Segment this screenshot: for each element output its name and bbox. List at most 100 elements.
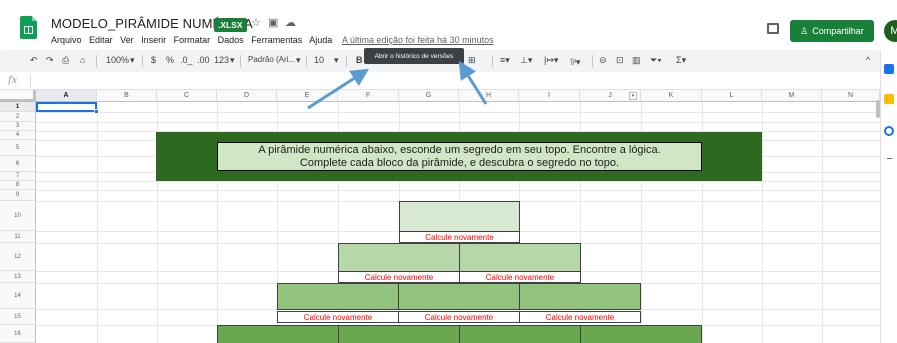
menu-bar: Arquivo Editar Ver Inserir Formatar Dado…	[51, 35, 337, 45]
collapse-toolbar-icon[interactable]: ^	[866, 55, 870, 65]
fx-icon: fx	[8, 75, 18, 86]
insert-comment-icon[interactable]: ⊡	[616, 55, 624, 66]
pyramid-row4-cell-4[interactable]	[580, 325, 702, 343]
merge-cells-icon[interactable]: ⊞	[468, 55, 476, 66]
avatar[interactable]: M	[884, 20, 897, 42]
row-header-4[interactable]: 4	[0, 131, 36, 140]
menu-edit[interactable]: Editar	[89, 35, 113, 45]
row-header-16[interactable]: 16	[0, 325, 36, 343]
pyramid-row2-message-2: Calcule novamente	[459, 271, 581, 283]
undo-icon[interactable]: ↶	[30, 55, 38, 66]
font-select[interactable]: Padrão (Ari...	[248, 55, 295, 64]
redo-icon[interactable]: ↷	[46, 55, 54, 66]
pyramid-row3-message-3: Calcule novamente	[519, 311, 641, 323]
instruction-banner[interactable]: A pirâmide numérica abaixo, esconde um s…	[156, 132, 762, 181]
version-history-tooltip: Abrir o histórico de versões	[364, 48, 464, 64]
fill-handle[interactable]	[94, 109, 99, 114]
menu-view[interactable]: Ver	[120, 35, 134, 45]
row-header-10[interactable]: 10	[0, 201, 36, 231]
pyramid-row3-cell-3[interactable]	[519, 283, 641, 310]
row-header-11[interactable]: 11	[0, 231, 36, 243]
pyramid-row3-cell-2[interactable]	[398, 283, 520, 310]
currency-format-button[interactable]: $	[151, 55, 156, 65]
column-header-n[interactable]: N	[822, 90, 880, 102]
pyramid-row2-cell-2[interactable]	[459, 243, 581, 272]
column-j-filter-icon[interactable]: ▾	[629, 92, 637, 100]
filter-icon[interactable]: ⏷▾	[650, 55, 662, 66]
pyramid-row4-cell-2[interactable]	[338, 325, 460, 343]
text-wrap-icon[interactable]: |↦▾	[544, 55, 558, 66]
insert-chart-icon[interactable]: ▥	[632, 55, 641, 66]
text-rotation-icon[interactable]: ⅌▾	[570, 55, 580, 68]
pyramid-row4-cell-3[interactable]	[459, 325, 581, 343]
sheets-logo-icon[interactable]	[20, 16, 37, 39]
row-header-3[interactable]: 3	[0, 122, 36, 131]
font-dropdown-icon[interactable]: ▾	[296, 55, 301, 66]
formats-dropdown-icon[interactable]: ▾	[230, 55, 235, 66]
row-header-9[interactable]: 9	[0, 190, 36, 201]
menu-format[interactable]: Formatar	[174, 35, 211, 45]
column-header-h[interactable]: H	[459, 90, 519, 102]
functions-icon[interactable]: Σ▾	[676, 55, 686, 66]
select-all-corner[interactable]	[0, 90, 36, 102]
menu-file[interactable]: Arquivo	[51, 35, 82, 45]
row-header-8[interactable]: 8	[0, 181, 36, 190]
vertical-align-icon[interactable]: ⊥▾	[520, 55, 532, 66]
share-button[interactable]: ♙ Compartilhar	[790, 20, 874, 42]
menu-insert[interactable]: Inserir	[141, 35, 166, 45]
column-header-f[interactable]: F	[338, 90, 399, 102]
column-header-b[interactable]: B	[97, 90, 157, 102]
paint-format-icon[interactable]: ⌂	[80, 55, 85, 65]
pyramid-row4-cell-1[interactable]	[217, 325, 339, 343]
font-size-select[interactable]: 10	[314, 55, 324, 65]
menu-help[interactable]: Ajuda	[309, 35, 332, 45]
column-header-m[interactable]: M	[762, 90, 822, 102]
folder-icon[interactable]: ▣	[268, 16, 278, 29]
column-header-k[interactable]: K	[641, 90, 702, 102]
horizontal-align-icon[interactable]: ≡▾	[500, 55, 510, 66]
tasks-icon[interactable]	[884, 126, 894, 136]
file-type-badge: .XLSX	[214, 18, 247, 32]
more-formats-button[interactable]: 123	[214, 55, 229, 65]
increase-decimal-button[interactable]: .00	[197, 55, 210, 65]
decrease-decimal-button[interactable]: .0_	[180, 55, 193, 65]
last-edit-link[interactable]: A última edição foi feita há 30 minutos	[342, 35, 494, 45]
menu-tools[interactable]: Ferramentas	[251, 35, 302, 45]
column-header-e[interactable]: E	[277, 90, 338, 102]
selected-cell-a1[interactable]	[36, 102, 97, 112]
row-header-7[interactable]: 7	[0, 172, 36, 181]
spreadsheet-grid[interactable]: A B C D E F G H I J K L M N ▾ 1 2 3 4 5 …	[0, 90, 880, 343]
pyramid-row2-cell-1[interactable]	[338, 243, 460, 272]
zoom-select[interactable]: 100%	[106, 55, 129, 65]
pyramid-row3-cell-1[interactable]	[277, 283, 399, 310]
row-header-1[interactable]: 1	[0, 102, 36, 112]
comment-history-icon[interactable]	[767, 23, 779, 34]
keep-icon[interactable]	[884, 94, 894, 104]
row-header-5[interactable]: 5	[0, 140, 36, 156]
row-header-12[interactable]: 12	[0, 243, 36, 271]
row-header-15[interactable]: 15	[0, 309, 36, 325]
percent-format-button[interactable]: %	[166, 55, 174, 65]
row-header-14[interactable]: 14	[0, 283, 36, 309]
row-header-13[interactable]: 13	[0, 271, 36, 283]
menu-data[interactable]: Dados	[218, 35, 244, 45]
star-icon[interactable]: ☆	[251, 16, 261, 29]
pyramid-top-cell[interactable]	[399, 201, 520, 232]
column-header-g[interactable]: G	[399, 90, 459, 102]
column-header-d[interactable]: D	[217, 90, 277, 102]
zoom-dropdown-icon[interactable]: ▾	[130, 55, 135, 66]
cloud-status-icon[interactable]: ☁	[285, 16, 296, 29]
insert-link-icon[interactable]: ⊝	[599, 55, 607, 66]
row-header-2[interactable]: 2	[0, 112, 36, 122]
pyramid-row3-message-2: Calcule novamente	[398, 311, 520, 323]
font-size-dropdown-icon[interactable]: ▾	[334, 55, 339, 66]
row-header-6[interactable]: 6	[0, 156, 36, 172]
column-header-c[interactable]: C	[157, 90, 217, 102]
person-add-icon: ♙	[800, 25, 809, 36]
calendar-icon[interactable]	[884, 64, 894, 74]
column-header-a[interactable]: A	[36, 90, 97, 102]
column-header-i[interactable]: I	[519, 90, 580, 102]
bold-button[interactable]: B	[356, 55, 363, 65]
column-header-l[interactable]: L	[702, 90, 762, 102]
print-icon[interactable]: ⎙	[62, 55, 69, 66]
